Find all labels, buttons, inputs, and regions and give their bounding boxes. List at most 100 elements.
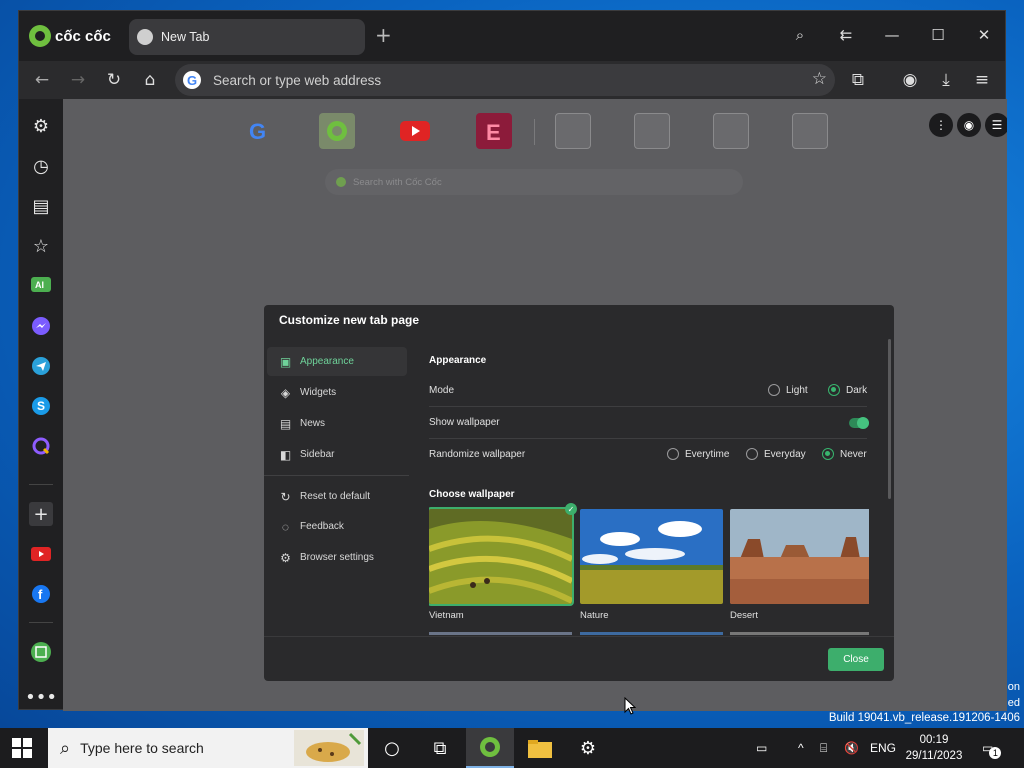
selected-check-icon: ✓ bbox=[565, 503, 577, 515]
youtube-icon[interactable] bbox=[29, 542, 53, 566]
show-wallpaper-label: Show wallpaper bbox=[429, 417, 500, 428]
profile-icon[interactable]: ◉ bbox=[897, 67, 923, 93]
shortcut-empty-slot[interactable] bbox=[634, 113, 670, 149]
mode-label: Mode bbox=[429, 385, 455, 396]
new-tab-button[interactable]: + bbox=[375, 25, 392, 45]
show-hidden-icons[interactable]: ^ bbox=[798, 728, 804, 768]
maximize-button[interactable]: ☐ bbox=[923, 21, 953, 49]
ime-icon[interactable]: ▭ bbox=[756, 728, 767, 768]
choose-wallpaper-heading: Choose wallpaper bbox=[429, 489, 515, 500]
taskbar-search-input[interactable]: Type here to search bbox=[80, 740, 204, 756]
mode-dark-radio[interactable]: Dark bbox=[828, 384, 867, 396]
taskbar-search[interactable]: ⌕ Type here to search bbox=[48, 728, 368, 768]
file-explorer-icon[interactable] bbox=[516, 728, 564, 768]
windows-start-icon[interactable] bbox=[12, 738, 32, 758]
nav-appearance[interactable]: ▣ Appearance bbox=[267, 347, 407, 376]
taskbar-clock[interactable]: 00:19 29/11/2023 bbox=[898, 732, 970, 764]
shortcut-youtube-icon[interactable] bbox=[397, 113, 433, 149]
task-view-icon[interactable]: ⧉ bbox=[416, 728, 464, 768]
shortcut-empty-slot[interactable] bbox=[792, 113, 828, 149]
dialog-content: Appearance Mode Light Dark Show wallpape… bbox=[429, 345, 869, 635]
bookmark-star-icon[interactable]: ☆ bbox=[812, 69, 827, 89]
new-tab-page: G E ⋮ ◉ ☰ Search with Cốc Cốc Customize … bbox=[63, 99, 1007, 711]
tab-actions-icon[interactable]: ⇇ bbox=[831, 21, 861, 49]
browser-logo[interactable]: cốc cốc bbox=[29, 25, 111, 47]
shortcut-empty-slot[interactable] bbox=[555, 113, 591, 149]
menu-icon[interactable]: ≡ bbox=[969, 67, 995, 93]
account-icon[interactable]: ◉ bbox=[957, 113, 981, 137]
settings-taskbar-icon[interactable]: ⚙ bbox=[564, 728, 612, 768]
tab-new-tab[interactable]: New Tab bbox=[129, 19, 365, 55]
reload-icon[interactable]: ↻ bbox=[101, 67, 127, 93]
shortcut-coccoc-icon[interactable] bbox=[319, 113, 355, 149]
coccoc-logo-icon bbox=[29, 25, 51, 47]
wallpaper-vietnam-image bbox=[429, 509, 572, 604]
network-icon[interactable]: ⌸ bbox=[820, 728, 827, 768]
nav-news[interactable]: ▤ News bbox=[267, 409, 407, 438]
mouse-cursor-icon bbox=[624, 697, 636, 715]
close-window-button[interactable]: ✕ bbox=[969, 21, 999, 49]
add-icon[interactable]: + bbox=[29, 502, 53, 526]
address-bar[interactable]: G Search or type web address ☆ bbox=[175, 64, 835, 96]
telegram-icon[interactable] bbox=[29, 354, 53, 378]
notes-icon[interactable] bbox=[29, 640, 53, 664]
wallpaper-nature[interactable] bbox=[580, 509, 723, 604]
nav-feedback[interactable]: ◌ Feedback bbox=[267, 512, 407, 541]
randomize-everyday-radio[interactable]: Everyday bbox=[746, 448, 806, 460]
randomize-everytime-radio[interactable]: Everytime bbox=[667, 448, 729, 460]
customize-icon[interactable]: ☰ bbox=[985, 113, 1007, 137]
download-icon[interactable]: ⤓ bbox=[933, 67, 959, 93]
volume-muted-icon[interactable]: 🔇 bbox=[844, 728, 859, 768]
shortcut-e-icon[interactable]: E bbox=[476, 113, 512, 149]
wallpaper-next-row bbox=[730, 632, 869, 635]
image-icon: ▣ bbox=[279, 354, 292, 369]
layers-icon: ◈ bbox=[280, 385, 291, 400]
language-indicator[interactable]: ENG bbox=[870, 728, 896, 768]
nav-sidebar[interactable]: ◧ Sidebar bbox=[267, 440, 407, 469]
radio-indicator bbox=[768, 384, 780, 396]
dialog-scrollbar[interactable] bbox=[888, 339, 891, 499]
nav-browser-settings[interactable]: ⚙ Browser settings bbox=[267, 543, 407, 572]
ntp-search-box[interactable]: Search with Cốc Cốc bbox=[325, 169, 743, 195]
close-button[interactable]: Close bbox=[828, 648, 884, 671]
cortana-icon[interactable]: ○ bbox=[368, 728, 416, 768]
nav-label: Sidebar bbox=[300, 449, 335, 460]
radio-indicator bbox=[667, 448, 679, 460]
extensions-icon[interactable]: ⧉ bbox=[845, 67, 871, 93]
bookmarks-icon[interactable]: ☆ bbox=[29, 234, 53, 258]
history-icon[interactable]: ◷ bbox=[29, 154, 53, 178]
minimize-button[interactable]: — bbox=[877, 21, 907, 49]
reading-list-icon[interactable]: ▤ bbox=[29, 194, 53, 218]
messenger-icon[interactable] bbox=[29, 314, 53, 338]
address-input[interactable]: Search or type web address bbox=[213, 73, 381, 88]
coccoc-taskbar-icon[interactable] bbox=[466, 728, 514, 768]
home-icon[interactable]: ⌂ bbox=[137, 67, 163, 93]
nav-widgets[interactable]: ◈ Widgets bbox=[267, 378, 407, 407]
screenshot-icon[interactable]: ⌕ bbox=[785, 21, 815, 49]
back-icon[interactable]: ← bbox=[29, 67, 55, 93]
svg-text:S: S bbox=[37, 399, 45, 413]
row-divider bbox=[429, 406, 867, 407]
shortcut-empty-slot[interactable] bbox=[713, 113, 749, 149]
nav-reset-to-default[interactable]: ↻ Reset to default bbox=[267, 482, 407, 511]
newspaper-icon: ▤ bbox=[279, 416, 292, 431]
ai-icon[interactable]: AI bbox=[29, 274, 53, 298]
svg-text:AI: AI bbox=[35, 280, 44, 290]
wallpaper-vietnam[interactable] bbox=[429, 507, 574, 606]
wallpaper-label: Nature bbox=[580, 610, 609, 621]
more-icon[interactable]: ••• bbox=[25, 685, 57, 709]
shortcut-google-icon[interactable]: G bbox=[241, 113, 277, 149]
wallpaper-desert[interactable] bbox=[730, 509, 869, 604]
facebook-icon[interactable]: f bbox=[29, 582, 53, 606]
notifications-icon[interactable]: ▭ 1 bbox=[982, 728, 1002, 768]
wallpaper-next-row bbox=[429, 632, 572, 635]
qr-app-icon[interactable] bbox=[29, 434, 53, 458]
apps-grid-icon[interactable]: ⋮ bbox=[929, 113, 953, 137]
skype-icon[interactable]: S bbox=[29, 394, 53, 418]
settings-icon[interactable]: ⚙ bbox=[29, 114, 53, 138]
randomize-never-radio[interactable]: Never bbox=[822, 448, 867, 460]
forward-icon[interactable]: → bbox=[65, 67, 91, 93]
tab-title: New Tab bbox=[161, 30, 210, 44]
mode-light-radio[interactable]: Light bbox=[768, 384, 808, 396]
show-wallpaper-toggle[interactable] bbox=[849, 417, 869, 429]
